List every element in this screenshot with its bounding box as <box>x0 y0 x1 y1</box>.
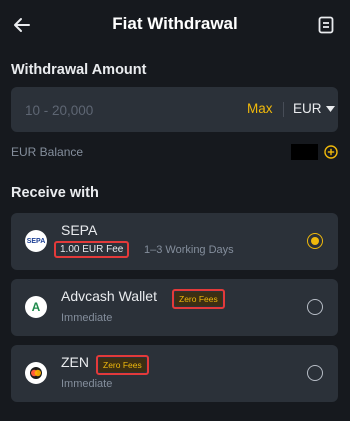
method-subtitle: Immediate <box>61 312 113 324</box>
caret-down-icon <box>325 105 335 112</box>
method-card-advcash[interactable]: A Advcash Wallet Zero Fees Immediate <box>11 279 338 336</box>
page-title: Fiat Withdrawal <box>112 14 238 33</box>
advcash-logo: A <box>25 296 47 318</box>
method-name: SEPA <box>61 222 98 238</box>
divider <box>283 102 284 117</box>
zero-fees-badge: Zero Fees <box>172 289 225 309</box>
amount-field: Max EUR <box>11 87 338 132</box>
radio-unselected-icon[interactable] <box>307 299 323 315</box>
top-bar: Fiat Withdrawal <box>0 0 350 50</box>
balance-value-redacted <box>291 144 318 160</box>
radio-selected-icon[interactable] <box>307 233 323 249</box>
method-subtitle: Immediate <box>61 378 113 390</box>
history-icon[interactable] <box>314 13 338 37</box>
method-name: Advcash Wallet <box>61 288 157 304</box>
zero-fees-text: Zero Fees <box>175 292 222 306</box>
currency-select[interactable]: EUR <box>293 101 335 116</box>
sepa-logo: SEPA <box>25 230 47 252</box>
method-subtitle: 1–3 Working Days <box>144 244 234 256</box>
zero-fees-text: Zero Fees <box>99 358 146 372</box>
withdrawal-amount-label: Withdrawal Amount <box>11 62 147 78</box>
method-name: ZEN <box>61 354 89 370</box>
zen-logo <box>25 362 47 384</box>
add-circle-icon[interactable] <box>324 145 338 159</box>
zero-fees-badge: Zero Fees <box>96 355 149 375</box>
receive-with-label: Receive with <box>11 185 99 201</box>
fee-badge: 1.00 EUR Fee <box>54 241 130 258</box>
amount-input[interactable] <box>25 99 215 121</box>
currency-value: EUR <box>293 101 322 116</box>
max-button[interactable]: Max <box>247 101 273 116</box>
balance-label: EUR Balance <box>11 145 84 159</box>
method-card-zen[interactable]: ZEN Zero Fees Immediate <box>11 345 338 402</box>
radio-unselected-icon[interactable] <box>307 365 323 381</box>
method-card-sepa[interactable]: SEPA SEPA 1.00 EUR Fee 1–3 Working Days <box>11 213 338 270</box>
